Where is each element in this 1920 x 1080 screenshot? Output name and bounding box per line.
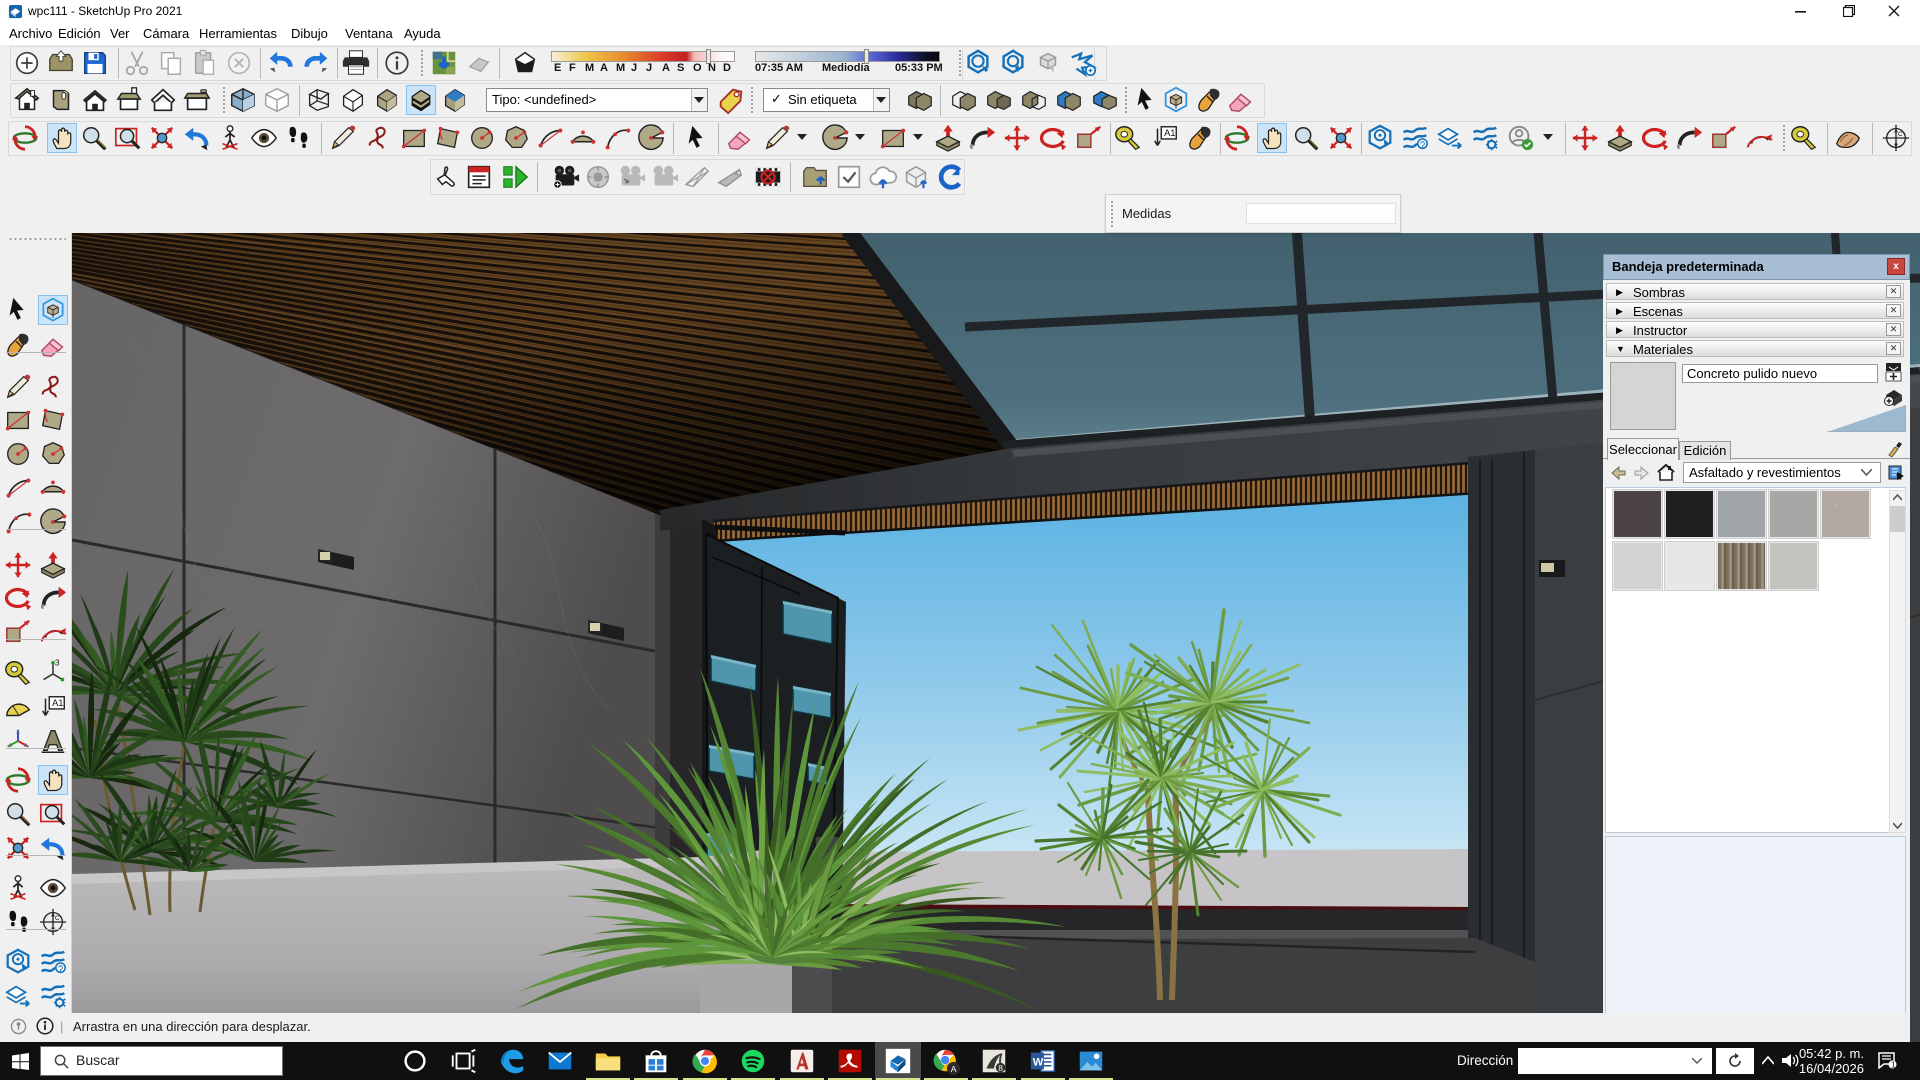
svg-text:3: 3 <box>55 658 60 668</box>
svg-text:A: A <box>951 1064 957 1074</box>
svg-text:A1: A1 <box>1164 128 1175 138</box>
svg-text:1: 1 <box>1891 1061 1896 1070</box>
svg-text:A1: A1 <box>52 698 63 708</box>
svg-text:C: C <box>1898 131 1903 138</box>
svg-text:C: C <box>55 915 60 922</box>
svg-text:8: 8 <box>998 1063 1003 1073</box>
svg-text:W: W <box>1033 1057 1044 1069</box>
